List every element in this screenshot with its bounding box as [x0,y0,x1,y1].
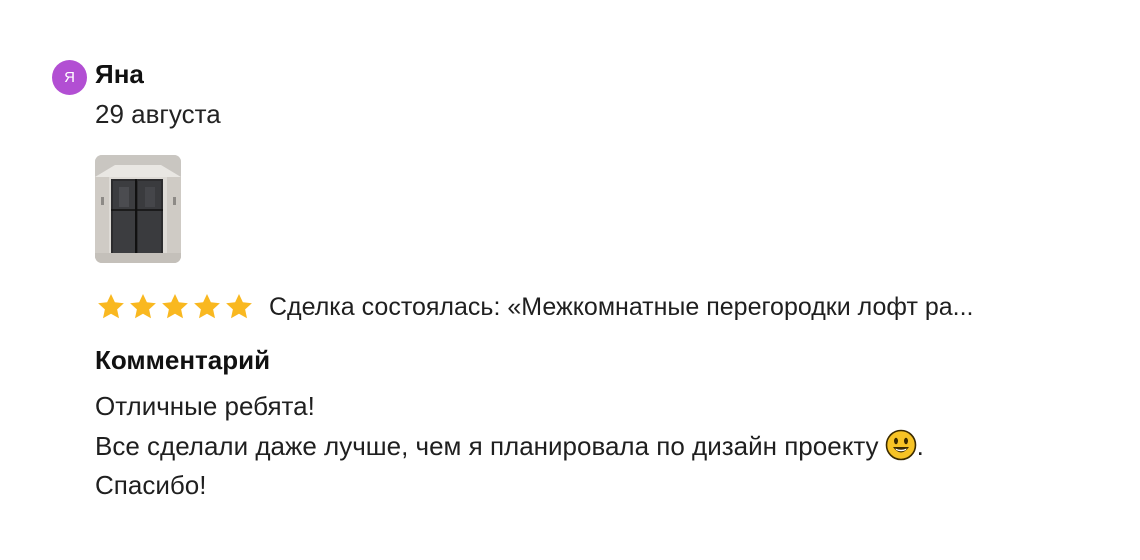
deal-link[interactable]: Сделка состоялась: «Межкомнатные перегор… [269,288,974,326]
comment-line-text: Все сделали даже лучше, чем я планировал… [95,430,879,461]
comment-line: Все сделали даже лучше, чем я планировал… [95,427,1115,467]
comment-line-period: . [916,430,924,461]
avatar[interactable]: Я [52,60,87,95]
room-partition-photo-icon [95,155,181,263]
star-rating [95,292,255,322]
comment-line: Отличные ребята! [95,391,315,421]
comment-line: Спасибо! [95,470,207,500]
star-icon [159,292,191,322]
avatar-letter: Я [64,69,75,86]
review-date: 29 августа [95,99,221,129]
star-icon [191,292,223,322]
star-icon [95,292,127,322]
review-card: Я Яна 29 августа Сделка состоялась: «Меж… [0,0,1140,560]
comment-body: Отличные ребята! Все сделали даже лучше,… [95,387,1115,506]
smiley-face-icon [885,429,917,461]
review-photo-thumbnail[interactable] [95,155,181,263]
comment-title: Комментарий [95,345,271,375]
star-icon [223,292,255,322]
star-icon [127,292,159,322]
rating-row: Сделка состоялась: «Межкомнатные перегор… [95,288,974,326]
author-name[interactable]: Яна [95,58,144,90]
